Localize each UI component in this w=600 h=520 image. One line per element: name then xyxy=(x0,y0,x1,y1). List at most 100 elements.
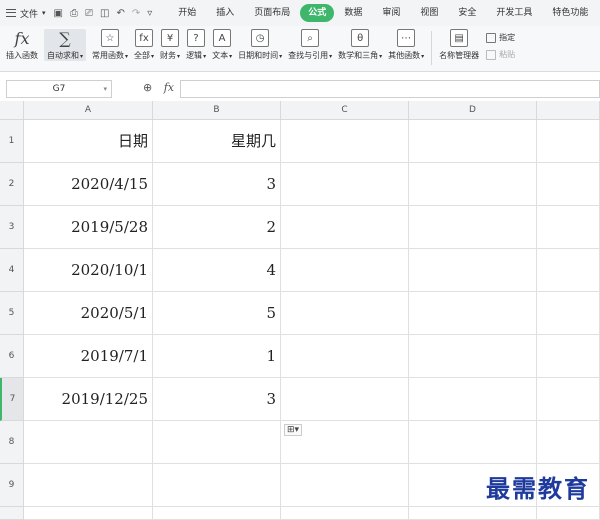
table-cell[interactable]: 2019/12/25 xyxy=(24,378,153,421)
save-icon[interactable]: ▣ xyxy=(54,8,63,19)
empty-cell[interactable] xyxy=(281,464,409,507)
other-functions-button[interactable]: ⋯ 其他函数▾ xyxy=(388,29,424,61)
empty-cell[interactable] xyxy=(537,163,600,206)
tab-home[interactable]: 开始 xyxy=(168,4,206,22)
table-cell[interactable]: 5 xyxy=(153,292,281,335)
tab-formulas[interactable]: 公式 xyxy=(300,4,335,22)
empty-cell[interactable] xyxy=(281,507,409,520)
print-icon[interactable]: ⎚ xyxy=(85,8,93,19)
empty-cell[interactable] xyxy=(409,378,537,421)
specify-button[interactable]: 指定 xyxy=(486,32,515,43)
tab-developer[interactable]: 开发工具 xyxy=(486,4,542,22)
empty-cell[interactable] xyxy=(153,421,281,464)
empty-cell[interactable] xyxy=(24,464,153,507)
table-cell[interactable]: 2 xyxy=(153,206,281,249)
print-preview-icon[interactable]: ◫ xyxy=(100,8,109,19)
paste-name-button[interactable]: 粘贴 xyxy=(486,49,515,60)
empty-cell[interactable] xyxy=(281,335,409,378)
row-header-1[interactable]: 1 xyxy=(0,120,24,163)
all-functions-button[interactable]: fx 全部▾ xyxy=(134,29,154,61)
table-cell[interactable]: 3 xyxy=(153,163,281,206)
table-cell[interactable]: 2020/5/1 xyxy=(24,292,153,335)
chevron-down-icon[interactable]: ▾ xyxy=(103,81,107,97)
tab-page-layout[interactable]: 页面布局 xyxy=(244,4,300,22)
common-functions-button[interactable]: ☆ 常用函数▾ xyxy=(92,29,128,61)
empty-cell[interactable] xyxy=(537,292,600,335)
empty-cell[interactable] xyxy=(537,335,600,378)
customize-icon[interactable]: ▿ xyxy=(147,8,152,19)
empty-cell[interactable] xyxy=(409,335,537,378)
tab-special-features[interactable]: 特色功能 xyxy=(542,4,598,22)
tab-review[interactable]: 审阅 xyxy=(372,4,410,22)
empty-cell[interactable] xyxy=(409,249,537,292)
tab-security[interactable]: 安全 xyxy=(448,4,486,22)
row-header-7[interactable]: 7 xyxy=(0,378,24,421)
empty-cell[interactable] xyxy=(409,163,537,206)
tab-view[interactable]: 视图 xyxy=(410,4,448,22)
table-cell[interactable]: 2020/10/1 xyxy=(24,249,153,292)
table-cell[interactable]: 4 xyxy=(153,249,281,292)
empty-cell[interactable] xyxy=(409,120,537,163)
empty-cell[interactable] xyxy=(537,507,600,520)
empty-cell[interactable] xyxy=(409,507,537,520)
column-header-c[interactable]: C xyxy=(281,101,409,120)
math-button[interactable]: θ 数学和三角▾ xyxy=(338,29,382,61)
name-box[interactable]: G7 ▾ xyxy=(6,80,112,98)
row-header-5[interactable]: 5 xyxy=(0,292,24,335)
column-header-d[interactable]: D xyxy=(409,101,537,120)
empty-cell[interactable] xyxy=(537,206,600,249)
autosum-button[interactable]: ∑ 自动求和▾ xyxy=(44,29,87,61)
tab-data[interactable]: 数据 xyxy=(334,4,372,22)
row-header-10[interactable] xyxy=(0,507,24,520)
empty-cell[interactable] xyxy=(409,421,537,464)
empty-cell[interactable] xyxy=(281,378,409,421)
empty-cell[interactable] xyxy=(281,120,409,163)
header-cell[interactable]: 日期 xyxy=(24,120,153,163)
table-cell[interactable]: 2020/4/15 xyxy=(24,163,153,206)
empty-cell[interactable] xyxy=(281,292,409,335)
name-manager-button[interactable]: ▤ 名称管理器 xyxy=(439,29,479,61)
file-menu[interactable]: 文件 ▾ xyxy=(0,7,46,20)
redo-icon[interactable]: ↷ xyxy=(132,8,140,19)
corner-select-all[interactable] xyxy=(0,101,24,120)
lookup-button[interactable]: ⌕ 查找与引用▾ xyxy=(288,29,332,61)
formula-input[interactable] xyxy=(180,80,600,98)
row-header-8[interactable]: 8 xyxy=(0,421,24,464)
row-header-3[interactable]: 3 xyxy=(0,206,24,249)
paste-options-icon[interactable]: ⊞▾ xyxy=(284,424,303,436)
column-header-a[interactable]: A xyxy=(24,101,153,120)
empty-cell[interactable] xyxy=(153,464,281,507)
fx-icon[interactable]: fx xyxy=(164,81,174,94)
datetime-button[interactable]: ◷ 日期和时间▾ xyxy=(238,29,282,61)
empty-cell[interactable] xyxy=(409,206,537,249)
column-header-e[interactable] xyxy=(537,101,600,120)
empty-cell[interactable] xyxy=(537,378,600,421)
zoom-magnifier-icon[interactable]: ⊕ xyxy=(143,81,152,94)
empty-cell[interactable] xyxy=(24,507,153,520)
table-cell[interactable]: 1 xyxy=(153,335,281,378)
empty-cell[interactable] xyxy=(281,206,409,249)
table-cell[interactable]: 3 xyxy=(153,378,281,421)
header-cell[interactable]: 星期几 xyxy=(153,120,281,163)
row-header-9[interactable]: 9 xyxy=(0,464,24,507)
row-header-2[interactable]: 2 xyxy=(0,163,24,206)
empty-cell[interactable] xyxy=(537,249,600,292)
tab-insert[interactable]: 插入 xyxy=(206,4,244,22)
text-button[interactable]: A 文本▾ xyxy=(212,29,232,61)
table-cell[interactable]: 2019/5/28 xyxy=(24,206,153,249)
undo-icon[interactable]: ↶ xyxy=(116,8,124,19)
row-header-4[interactable]: 4 xyxy=(0,249,24,292)
empty-cell[interactable] xyxy=(537,120,600,163)
column-header-b[interactable]: B xyxy=(153,101,281,120)
table-cell[interactable]: 2019/7/1 xyxy=(24,335,153,378)
insert-function-button[interactable]: fx 插入函数 xyxy=(6,29,38,61)
empty-cell[interactable] xyxy=(537,421,600,464)
row-header-6[interactable]: 6 xyxy=(0,335,24,378)
empty-cell[interactable] xyxy=(153,507,281,520)
finance-button[interactable]: ¥ 财务▾ xyxy=(160,29,180,61)
export-pdf-icon[interactable]: ⎙ xyxy=(70,8,78,19)
empty-cell[interactable] xyxy=(409,292,537,335)
empty-cell[interactable] xyxy=(281,249,409,292)
empty-cell[interactable] xyxy=(281,163,409,206)
empty-cell[interactable] xyxy=(24,421,153,464)
